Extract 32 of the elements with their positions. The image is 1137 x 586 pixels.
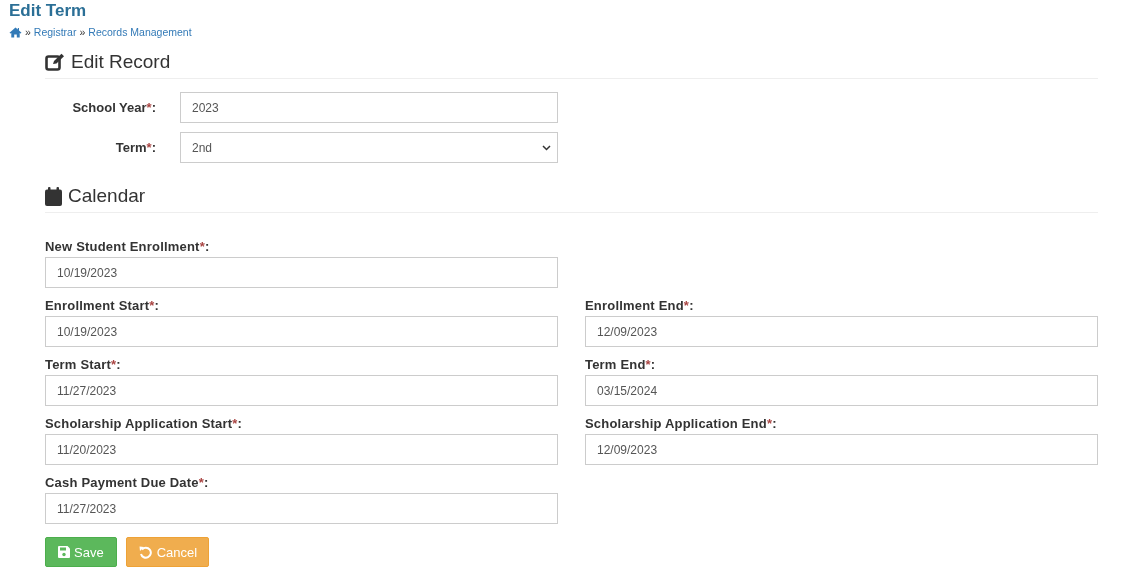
field-label: Term Start*: — [45, 357, 122, 372]
date-field[interactable]: 11/27/2023 — [45, 493, 558, 524]
date-field[interactable]: 03/15/2024 — [585, 375, 1098, 406]
field-label: New Student Enrollment*: — [45, 239, 211, 254]
date-field[interactable]: 11/20/2023 — [45, 434, 558, 465]
date-field[interactable]: 12/09/2023 — [585, 434, 1098, 465]
field-label: Term*: — [114, 140, 156, 155]
input-field[interactable]: 2023 — [180, 92, 558, 123]
home-icon[interactable] — [9, 26, 22, 38]
page-title: Edit Term — [9, 0, 88, 21]
field-label: Term End*: — [585, 357, 657, 372]
field-label: Cash Payment Due Date*: — [45, 475, 210, 490]
undo-icon — [138, 545, 152, 559]
date-field[interactable]: 10/19/2023 — [45, 316, 558, 347]
section-heading: Calendar — [68, 185, 146, 207]
chevron-down-icon — [542, 144, 551, 151]
breadcrumb-separator: » — [25, 26, 31, 38]
term-select[interactable]: 2nd — [180, 132, 558, 163]
field-label: Scholarship Application Start*: — [45, 416, 244, 431]
field-label: Enrollment Start*: — [45, 298, 161, 313]
field-label: Scholarship Application End*: — [585, 416, 778, 431]
breadcrumb-link[interactable]: Registrar — [33, 26, 77, 38]
breadcrumb-link[interactable]: Records Management — [88, 26, 192, 38]
edit-icon — [45, 53, 65, 71]
date-field[interactable]: 11/27/2023 — [45, 375, 558, 406]
section-heading: Edit Record — [71, 51, 171, 73]
date-field[interactable]: 12/09/2023 — [585, 316, 1098, 347]
breadcrumb-separator: » — [79, 26, 86, 38]
field-label: Enrollment End*: — [585, 298, 695, 313]
date-field[interactable]: 10/19/2023 — [45, 257, 558, 288]
field-label: School Year*: — [71, 100, 156, 115]
calendar-icon — [45, 186, 62, 206]
